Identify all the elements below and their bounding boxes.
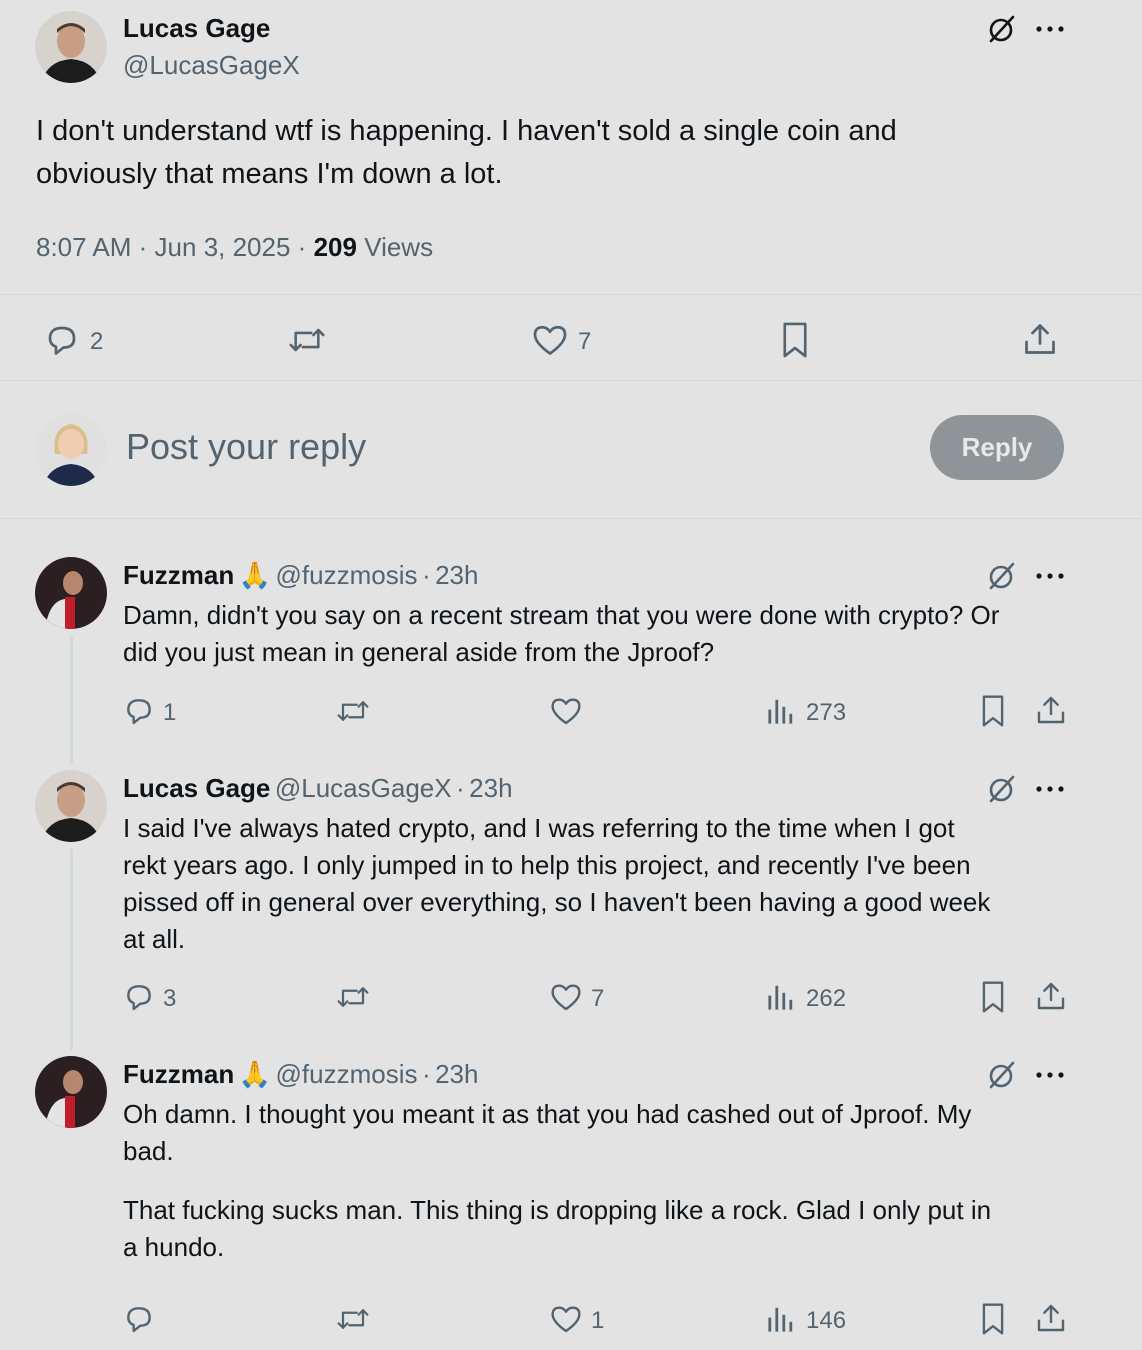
like-icon[interactable] [550,1304,582,1334]
reply-author-handle[interactable]: @fuzzmosis [276,1059,418,1089]
post-text-line: obviously that means I'm down a lot. [36,158,503,190]
reply-time[interactable]: 23h [435,560,478,590]
reply-time[interactable]: 23h [469,773,512,803]
views-label: Views [364,232,434,262]
pray-emoji: 🙏 [238,560,272,590]
grok-icon[interactable] [986,561,1016,591]
separator: · [421,1059,431,1089]
like-count: 7 [578,328,592,355]
reply-author-handle[interactable]: @fuzzmosis [276,560,418,590]
reply-header: Fuzzman 🙏 @fuzzmosis · 23h [123,1059,478,1090]
bookmark-icon[interactable] [980,980,1006,1014]
reply-text-line: Oh damn. I thought you meant it as that … [123,1099,972,1129]
more-options-icon[interactable] [1036,786,1064,792]
share-icon[interactable] [1035,694,1067,726]
post-date[interactable]: Jun 3, 2025 [155,232,291,262]
reply-icon[interactable] [123,981,155,1013]
grok-icon[interactable] [986,1060,1016,1090]
separator: · [456,773,465,803]
pray-emoji: 🙏 [238,1059,272,1089]
reply-text-line: Damn, didn't you say on a recent stream … [123,600,1000,630]
like-icon[interactable] [532,323,568,357]
reply-count: 2 [90,328,104,355]
reply-header: Fuzzman 🙏 @fuzzmosis · 23h [123,560,478,591]
post-text: I don't understand wtf is happening. I h… [36,110,1096,196]
reply-text-line: rekt years ago. I only jumped in to help… [123,850,971,880]
divider [0,380,1142,381]
reply-text-line [123,1170,1103,1192]
like-count: 1 [591,1307,605,1334]
reply-avatar[interactable] [35,557,107,629]
reply-icon[interactable] [123,1303,155,1335]
like-icon[interactable] [550,696,582,726]
reply-text-line: That fucking sucks man. This thing is dr… [123,1195,992,1225]
bookmark-icon[interactable] [780,321,810,359]
reply-count: 1 [163,699,177,726]
reply-text: I said I've always hated crypto, and I w… [123,810,1103,958]
reply-author-handle[interactable]: @LucasGageX [275,773,452,803]
share-icon[interactable] [1035,1302,1067,1334]
reply-time[interactable]: 23h [435,1059,478,1089]
author-avatar[interactable] [35,11,107,83]
bookmark-icon[interactable] [980,1302,1006,1336]
reply-text-line: did you just mean in general aside from … [123,637,715,667]
separator: · [138,232,148,262]
reply-text-line: pissed off in general over everything, s… [123,887,991,917]
bookmark-icon[interactable] [980,694,1006,728]
reply-text-line: bad. [123,1136,174,1166]
views-count: 146 [806,1307,847,1334]
separator: · [421,560,431,590]
reply-author-name[interactable]: Fuzzman [123,560,234,590]
reply-count: 3 [163,985,177,1012]
more-options-icon[interactable] [1036,26,1064,32]
views-count: 273 [806,699,847,726]
more-options-icon[interactable] [1036,1072,1064,1078]
more-options-icon[interactable] [1036,573,1064,579]
post-text-line: I don't understand wtf is happening. I h… [36,115,897,147]
share-icon[interactable] [1035,980,1067,1012]
views-count: 209 [313,232,357,262]
like-icon[interactable] [550,982,582,1012]
reply-text: Damn, didn't you say on a recent stream … [123,597,1103,671]
reply-author-name[interactable]: Fuzzman [123,1059,234,1089]
reply-text-line: at all. [123,924,186,954]
views-count: 262 [806,985,847,1012]
reply-header: Lucas Gage @LucasGageX · 23h [123,773,513,804]
reply-button[interactable]: Reply [930,415,1064,480]
reply-avatar[interactable] [35,1056,107,1128]
tweet-thread-page: Lucas Gage @LucasGageX I don't understan… [0,0,1142,1350]
like-count: 7 [591,985,605,1012]
reply-text-line: a hundo. [123,1232,225,1262]
current-user-avatar[interactable] [35,414,107,486]
grok-icon[interactable] [986,14,1016,44]
post-time[interactable]: 8:07 AM [36,232,131,262]
author-name[interactable]: Lucas Gage [123,13,270,44]
post-metadata: 8:07 AM · Jun 3, 2025 · 209 Views [36,232,433,263]
grok-icon[interactable] [986,774,1016,804]
views-icon[interactable] [767,983,795,1011]
repost-icon[interactable] [335,1304,371,1334]
reply-input[interactable]: Post your reply [126,426,366,468]
repost-icon[interactable] [335,696,371,726]
views-icon[interactable] [767,1305,795,1333]
share-icon[interactable] [1022,321,1058,357]
reply-icon[interactable] [123,695,155,727]
thread-connector [70,849,73,1050]
reply-avatar[interactable] [35,770,107,842]
repost-icon[interactable] [335,982,371,1012]
author-handle[interactable]: @LucasGageX [123,50,300,81]
thread-connector [70,636,73,764]
repost-icon[interactable] [287,323,327,357]
separator: · [297,232,307,262]
reply-icon[interactable] [44,322,80,358]
divider [0,518,1142,519]
reply-text: Oh damn. I thought you meant it as that … [123,1096,1103,1266]
reply-text-line: I said I've always hated crypto, and I w… [123,813,955,843]
divider [0,294,1142,295]
views-icon[interactable] [767,697,795,725]
reply-author-name[interactable]: Lucas Gage [123,773,270,803]
